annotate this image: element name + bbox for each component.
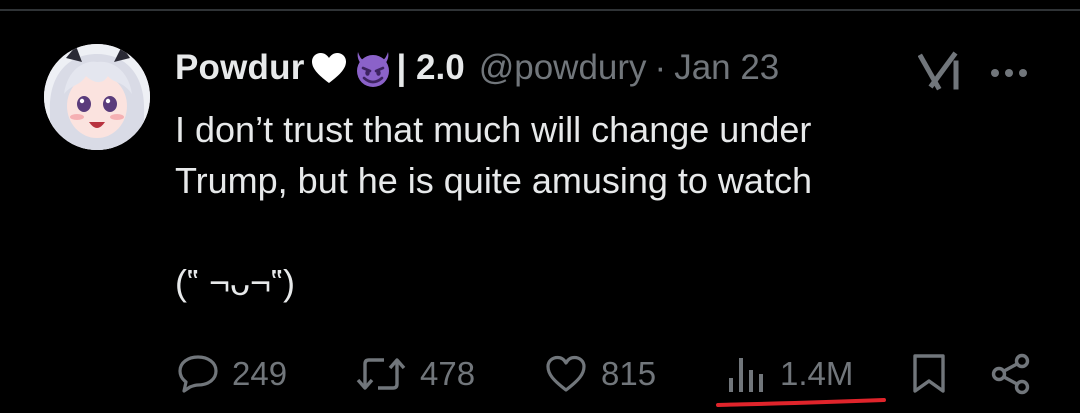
author-name-suffix: | 2.0 (396, 48, 465, 87)
smiling-devil-icon (353, 48, 393, 88)
like-button[interactable]: 815 (545, 352, 656, 396)
reply-button[interactable]: 249 (178, 352, 287, 396)
reply-icon (178, 354, 218, 394)
tweet-date[interactable]: Jan 23 (674, 48, 779, 88)
header-separator: · (654, 48, 667, 87)
action-bar: 249 478 815 1.4M (0, 352, 1080, 396)
like-icon (545, 355, 587, 393)
bookmark-button[interactable] (912, 352, 946, 396)
annotation-underline (716, 395, 886, 407)
share-button[interactable] (990, 352, 1032, 396)
avatar[interactable] (44, 44, 150, 150)
white-heart-icon (311, 52, 347, 84)
grok-icon[interactable] (917, 51, 962, 96)
author-display-name[interactable]: Powdur (175, 48, 305, 88)
repost-button[interactable]: 478 (356, 352, 475, 396)
tweet-text: I don’t trust that much will change unde… (175, 109, 812, 303)
views-icon (726, 354, 766, 394)
views-button[interactable]: 1.4M (726, 352, 853, 396)
share-icon (990, 353, 1032, 395)
view-count: 1.4M (780, 355, 854, 392)
author-handle[interactable]: @powdury (479, 48, 647, 88)
repost-count: 478 (420, 355, 476, 392)
more-icon[interactable] (990, 65, 1028, 83)
tweet-header: Powdur | 2.0 @powdury · Jan 23 (175, 46, 779, 90)
top-divider (0, 9, 1080, 11)
repost-icon (356, 354, 406, 394)
reply-count: 249 (232, 355, 288, 392)
bookmark-icon (912, 353, 946, 395)
like-count: 815 (601, 355, 657, 392)
